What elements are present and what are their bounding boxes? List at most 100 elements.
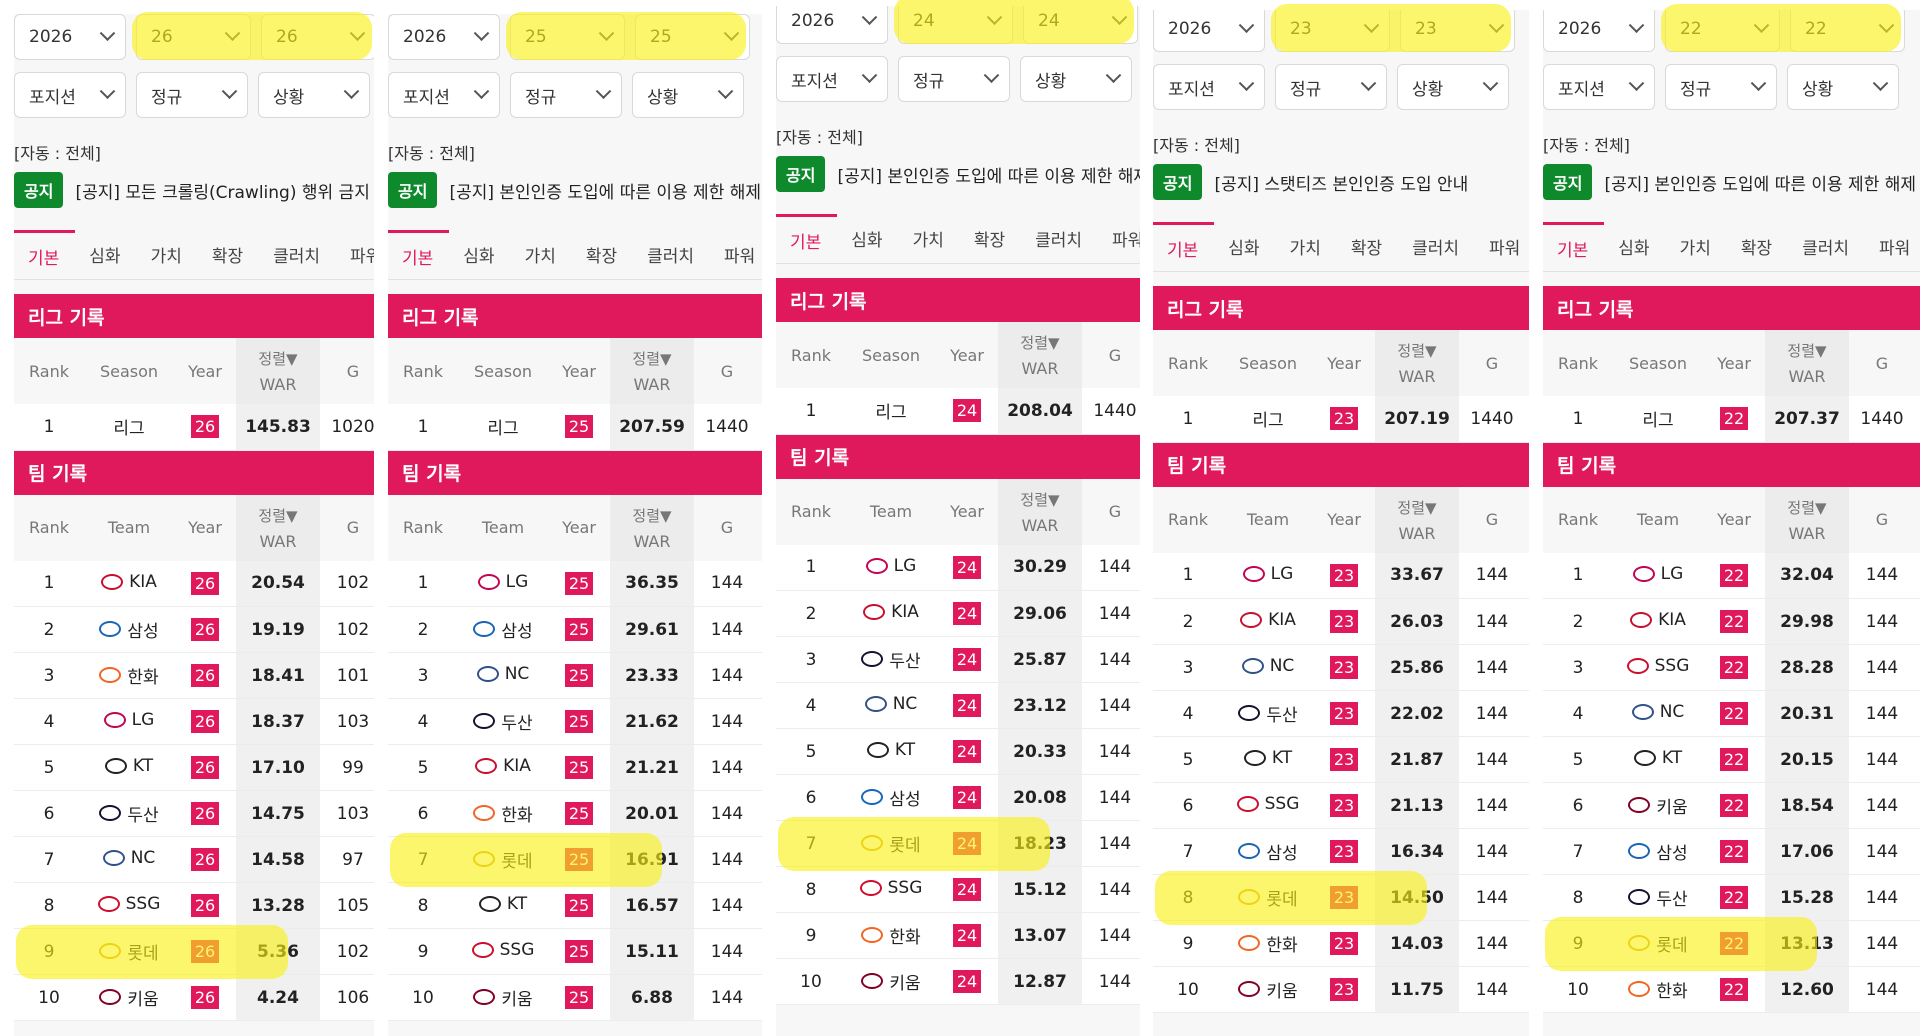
table-row[interactable]: 5 KT 26 17.10 99 bbox=[14, 744, 374, 791]
table-row[interactable]: 5 KT 23 21.87 144 bbox=[1153, 736, 1529, 783]
table-row[interactable]: 6 삼성 24 20.08 144 bbox=[776, 774, 1140, 821]
filter-select-3[interactable]: 상황 bbox=[1397, 64, 1509, 110]
tab-4[interactable]: 확장 bbox=[1727, 222, 1788, 272]
col-war-sort[interactable]: 정렬▼ WAR bbox=[610, 338, 694, 404]
season-to-select[interactable]: 24 bbox=[1023, 6, 1138, 44]
season-from-select[interactable]: 25 bbox=[510, 14, 625, 60]
col-war-sort[interactable]: 정렬▼ WAR bbox=[998, 478, 1082, 545]
col-war-sort[interactable]: 정렬▼ WAR bbox=[1375, 486, 1459, 553]
table-row[interactable]: 2 삼성 26 19.19 102 bbox=[14, 606, 374, 653]
tab-2[interactable]: 심화 bbox=[1214, 222, 1275, 272]
table-row[interactable]: 1 리그 23 207.19 1440 bbox=[1153, 396, 1529, 443]
filter-select-1[interactable]: 포지션 bbox=[14, 72, 126, 118]
filter-select-3[interactable]: 상황 bbox=[632, 72, 744, 118]
tab-1[interactable]: 기본 bbox=[1543, 221, 1605, 272]
col-war-sort[interactable]: 정렬▼ WAR bbox=[998, 322, 1082, 388]
year-select[interactable]: 2026 bbox=[1153, 10, 1265, 52]
col-war-sort[interactable]: 정렬▼ WAR bbox=[610, 494, 694, 561]
filter-select-3[interactable]: 상황 bbox=[1020, 56, 1132, 102]
table-row[interactable]: 3 NC 23 25.86 144 bbox=[1153, 644, 1529, 691]
table-row[interactable]: 8 롯데 23 14.50 144 bbox=[1153, 874, 1529, 921]
notice-bar[interactable]: 공지 [공지] 본인인증 도입에 따른 이용 제한 해제 bbox=[1543, 164, 1920, 200]
filter-select-3[interactable]: 상황 bbox=[1787, 64, 1899, 110]
filter-select-2[interactable]: 정규 bbox=[898, 56, 1010, 102]
tab-5[interactable]: 클러치 bbox=[1021, 214, 1098, 264]
season-from-select[interactable]: 23 bbox=[1275, 10, 1390, 52]
table-row[interactable]: 1 리그 22 207.37 1440 bbox=[1543, 396, 1920, 443]
notice-bar[interactable]: 공지 [공지] 본인인증 도입에 따른 이용 제한 해제 bbox=[388, 172, 762, 208]
filter-select-2[interactable]: 정규 bbox=[510, 72, 622, 118]
table-row[interactable]: 2 삼성 25 29.61 144 bbox=[388, 606, 762, 653]
table-row[interactable]: 4 LG 26 18.37 103 bbox=[14, 698, 374, 745]
notice-text[interactable]: [공지] 본인인증 도입에 따른 이용 제한 해제 bbox=[837, 162, 1140, 187]
table-row[interactable]: 4 NC 24 23.12 144 bbox=[776, 682, 1140, 729]
table-row[interactable]: 8 SSG 24 15.12 144 bbox=[776, 866, 1140, 913]
table-row[interactable]: 3 NC 25 23.33 144 bbox=[388, 652, 762, 699]
table-row[interactable]: 10 키움 23 11.75 144 bbox=[1153, 966, 1529, 1013]
col-war-sort[interactable]: 정렬▼ WAR bbox=[236, 494, 320, 561]
tab-5[interactable]: 클러치 bbox=[1788, 222, 1865, 272]
filter-select-1[interactable]: 포지션 bbox=[1153, 64, 1265, 110]
tab-4[interactable]: 확장 bbox=[572, 230, 633, 280]
table-row[interactable]: 7 롯데 25 16.91 144 bbox=[388, 836, 762, 883]
filter-select-1[interactable]: 포지션 bbox=[776, 56, 888, 102]
tab-3[interactable]: 가치 bbox=[137, 230, 198, 280]
table-row[interactable]: 2 KIA 23 26.03 144 bbox=[1153, 598, 1529, 645]
tab-5[interactable]: 클러치 bbox=[633, 230, 710, 280]
tab-1[interactable]: 기본 bbox=[388, 229, 450, 280]
tab-1[interactable]: 기본 bbox=[1153, 221, 1215, 272]
tab-1[interactable]: 기본 bbox=[14, 229, 76, 280]
year-select[interactable]: 2026 bbox=[388, 14, 500, 60]
filter-select-3[interactable]: 상황 bbox=[258, 72, 370, 118]
tab-4[interactable]: 확장 bbox=[198, 230, 259, 280]
table-row[interactable]: 1 리그 24 208.04 1440 bbox=[776, 388, 1140, 435]
tab-2[interactable]: 심화 bbox=[1604, 222, 1665, 272]
table-row[interactable]: 8 KT 25 16.57 144 bbox=[388, 882, 762, 929]
filter-select-1[interactable]: 포지션 bbox=[388, 72, 500, 118]
season-to-select[interactable]: 26 bbox=[261, 14, 374, 60]
tab-3[interactable]: 가치 bbox=[1666, 222, 1727, 272]
year-select[interactable]: 2026 bbox=[776, 6, 888, 44]
tab-3[interactable]: 가치 bbox=[899, 214, 960, 264]
tab-6[interactable]: 파워 bbox=[1865, 222, 1920, 272]
notice-text[interactable]: [공지] 본인인증 도입에 따른 이용 제한 해제 bbox=[1604, 170, 1916, 195]
col-war-sort[interactable]: 정렬▼ WAR bbox=[1375, 330, 1459, 396]
notice-bar[interactable]: 공지 [공지] 모든 크롤링(Crawling) 행위 금지 bbox=[14, 172, 374, 208]
table-row[interactable]: 1 리그 25 207.59 1440 bbox=[388, 404, 762, 451]
col-war-sort[interactable]: 정렬▼ WAR bbox=[1765, 330, 1849, 396]
table-row[interactable]: 9 한화 23 14.03 144 bbox=[1153, 920, 1529, 967]
tab-6[interactable]: 파워 bbox=[1475, 222, 1529, 272]
season-from-select[interactable]: 22 bbox=[1665, 10, 1780, 52]
table-row[interactable]: 8 SSG 26 13.28 105 bbox=[14, 882, 374, 929]
table-row[interactable]: 7 롯데 24 18.23 144 bbox=[776, 820, 1140, 867]
table-row[interactable]: 7 삼성 23 16.34 144 bbox=[1153, 828, 1529, 875]
table-row[interactable]: 5 KIA 25 21.21 144 bbox=[388, 744, 762, 791]
tab-2[interactable]: 심화 bbox=[75, 230, 136, 280]
filter-select-2[interactable]: 정규 bbox=[1275, 64, 1387, 110]
notice-text[interactable]: [공지] 모든 크롤링(Crawling) 행위 금지 bbox=[75, 178, 369, 203]
table-row[interactable]: 4 두산 25 21.62 144 bbox=[388, 698, 762, 745]
table-row[interactable]: 8 두산 22 15.28 144 bbox=[1543, 874, 1920, 921]
table-row[interactable]: 5 KT 22 20.15 144 bbox=[1543, 736, 1920, 783]
table-row[interactable]: 1 리그 26 145.83 1020 bbox=[14, 404, 374, 451]
season-from-select[interactable]: 24 bbox=[898, 6, 1013, 44]
tab-5[interactable]: 클러치 bbox=[259, 230, 336, 280]
filter-select-2[interactable]: 정규 bbox=[1665, 64, 1777, 110]
table-row[interactable]: 4 두산 23 22.02 144 bbox=[1153, 690, 1529, 737]
table-row[interactable]: 1 LG 22 32.04 144 bbox=[1543, 552, 1920, 599]
col-war-sort[interactable]: 정렬▼ WAR bbox=[236, 338, 320, 404]
notice-bar[interactable]: 공지 [공지] 스탯티즈 본인인증 도입 안내 bbox=[1153, 164, 1529, 200]
season-to-select[interactable]: 22 bbox=[1790, 10, 1905, 52]
table-row[interactable]: 9 SSG 25 15.11 144 bbox=[388, 928, 762, 975]
tab-4[interactable]: 확장 bbox=[960, 214, 1021, 264]
notice-text[interactable]: [공지] 본인인증 도입에 따른 이용 제한 해제 bbox=[449, 178, 761, 203]
table-row[interactable]: 10 한화 22 12.60 144 bbox=[1543, 966, 1920, 1013]
table-row[interactable]: 7 삼성 22 17.06 144 bbox=[1543, 828, 1920, 875]
tab-3[interactable]: 가치 bbox=[1276, 222, 1337, 272]
filter-select-2[interactable]: 정규 bbox=[136, 72, 248, 118]
season-from-select[interactable]: 26 bbox=[136, 14, 251, 60]
season-to-select[interactable]: 25 bbox=[635, 14, 750, 60]
table-row[interactable]: 10 키움 25 6.88 144 bbox=[388, 974, 762, 1021]
table-row[interactable]: 2 KIA 24 29.06 144 bbox=[776, 590, 1140, 637]
table-row[interactable]: 6 두산 26 14.75 103 bbox=[14, 790, 374, 837]
